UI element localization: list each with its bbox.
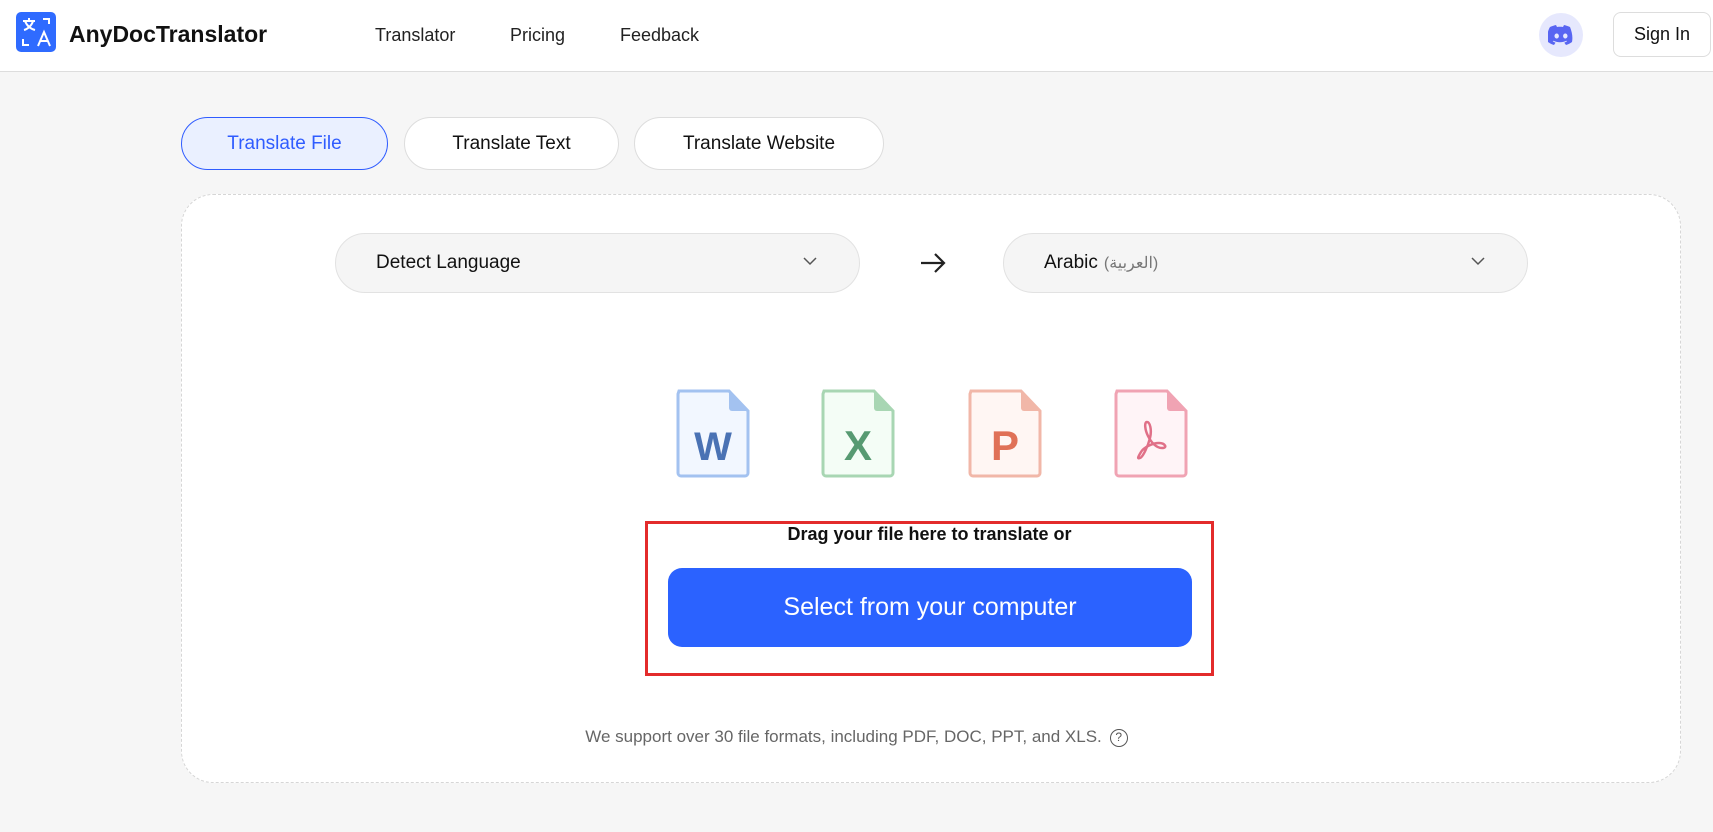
- support-note: We support over 30 file formats, includi…: [0, 727, 1713, 747]
- pdf-file-icon: [1114, 389, 1188, 478]
- header: AnyDocTranslator Translator Pricing Feed…: [0, 0, 1713, 72]
- tab-translate-file[interactable]: Translate File: [181, 117, 388, 170]
- sign-in-button[interactable]: Sign In: [1613, 12, 1711, 57]
- nav-pricing[interactable]: Pricing: [510, 25, 565, 46]
- discord-icon: [1548, 25, 1573, 45]
- brand-name[interactable]: AnyDocTranslator: [69, 21, 267, 48]
- nav-feedback[interactable]: Feedback: [620, 25, 699, 46]
- arrow-right-icon: [921, 253, 946, 273]
- target-language-value: Arabic: [1044, 252, 1098, 273]
- chevron-down-icon: [1471, 257, 1485, 266]
- tab-translate-text[interactable]: Translate Text: [404, 117, 619, 170]
- source-language-select[interactable]: Detect Language: [335, 233, 860, 293]
- excel-file-icon: X: [821, 389, 895, 478]
- excel-letter: X: [844, 422, 872, 469]
- help-icon[interactable]: ?: [1109, 729, 1128, 747]
- logo-icon[interactable]: [16, 12, 56, 52]
- powerpoint-letter: P: [991, 422, 1019, 469]
- drag-instruction: Drag your file here to translate or: [787, 524, 1072, 544]
- chevron-down-icon: [803, 257, 817, 266]
- word-file-icon: W: [676, 389, 750, 478]
- discord-button[interactable]: [1539, 13, 1583, 57]
- word-letter: W: [694, 425, 732, 469]
- nav-translator[interactable]: Translator: [375, 25, 455, 46]
- select-file-button[interactable]: Select from your computer: [668, 568, 1192, 647]
- powerpoint-file-icon: P: [968, 389, 1042, 478]
- source-language-value: Detect Language: [376, 252, 521, 273]
- support-text: We support over 30 file formats, includi…: [585, 727, 1102, 746]
- target-language-native: (العربية): [1103, 255, 1159, 272]
- tab-translate-website[interactable]: Translate Website: [634, 117, 884, 170]
- target-language-select[interactable]: Arabic (العربية): [1003, 233, 1528, 293]
